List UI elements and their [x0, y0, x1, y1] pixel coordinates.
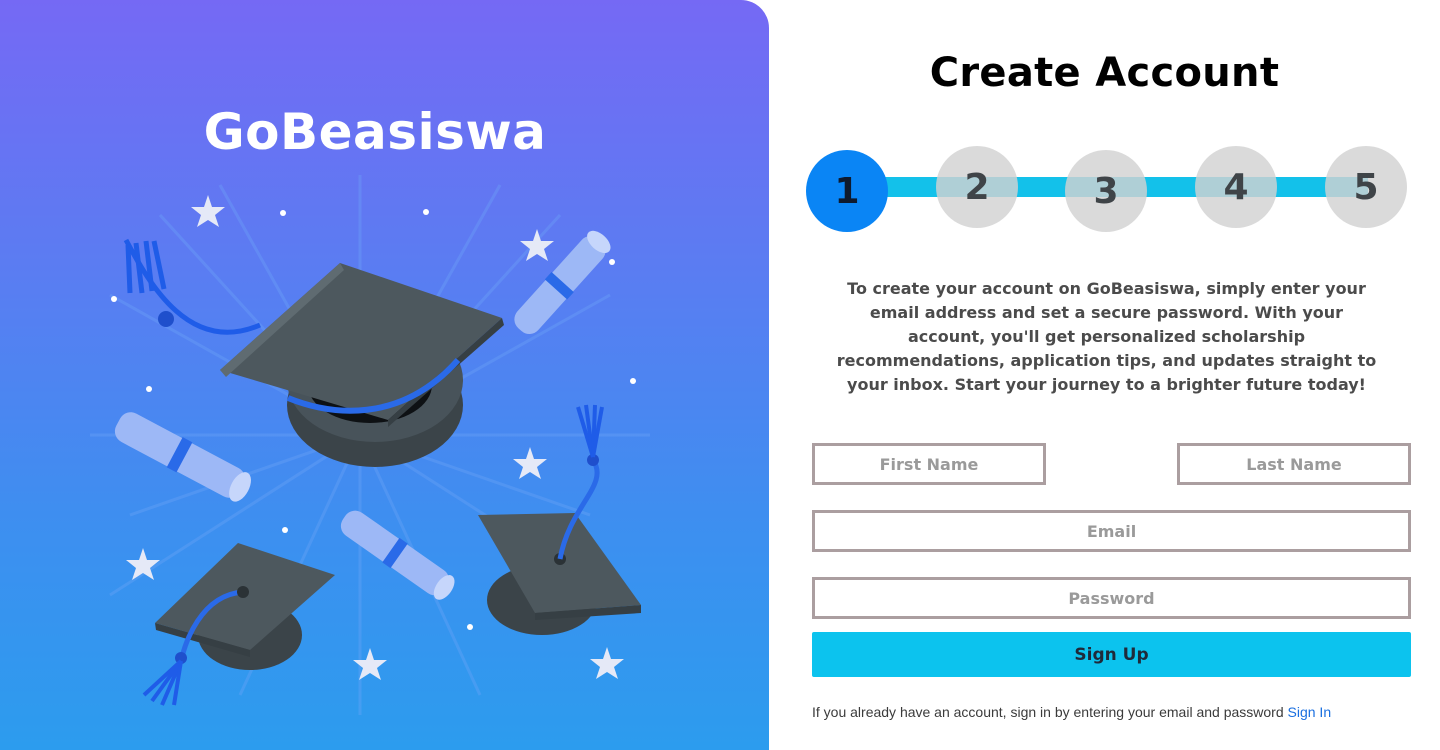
sign-in-link[interactable]: Sign In	[1288, 704, 1332, 720]
sign-up-button[interactable]: Sign Up	[812, 632, 1411, 677]
signin-prompt-text: If you already have an account, sign in …	[812, 704, 1284, 720]
last-name-field[interactable]	[1177, 443, 1411, 485]
signup-panel: Create Account 1 2 3 4 5 To create your …	[769, 0, 1440, 750]
progress-stepper: 1 2 3 4 5	[806, 146, 1408, 234]
intro-text: To create your account on GoBeasiswa, si…	[836, 279, 1377, 394]
page-title: Create Account	[929, 50, 1280, 96]
signin-prompt: If you already have an account, sign in …	[812, 704, 1422, 720]
step-5[interactable]: 5	[1325, 146, 1407, 228]
step-1[interactable]: 1	[806, 150, 888, 232]
step-3[interactable]: 3	[1065, 150, 1147, 232]
graduation-illustration	[90, 175, 650, 715]
step-2[interactable]: 2	[936, 146, 1018, 228]
brand-logo: GoBeasiswa	[203, 103, 547, 161]
step-4[interactable]: 4	[1195, 146, 1277, 228]
email-field[interactable]	[812, 510, 1411, 552]
password-field[interactable]	[812, 577, 1411, 619]
hero-panel: GoBeasiswa	[0, 0, 769, 750]
first-name-field[interactable]	[812, 443, 1046, 485]
